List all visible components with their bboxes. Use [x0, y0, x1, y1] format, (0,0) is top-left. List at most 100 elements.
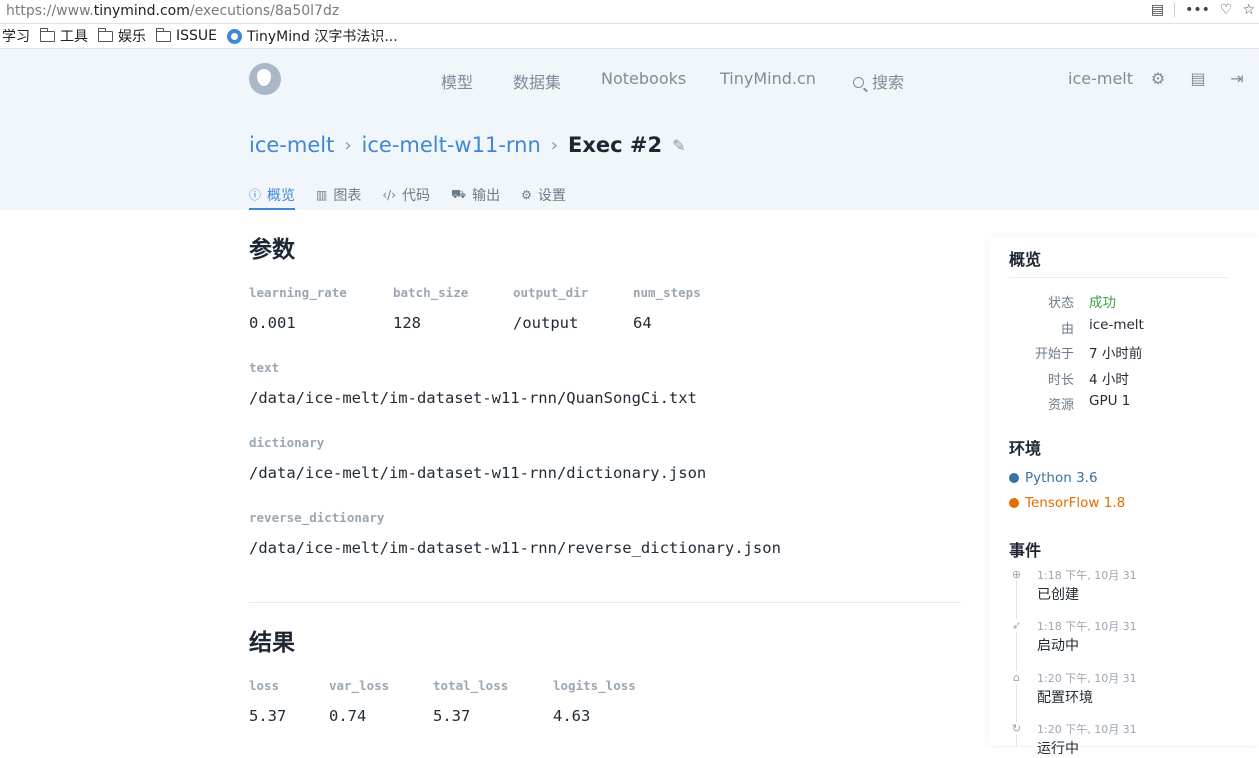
- breadcrumb: ice-melt › ice-melt-w11-rnn › Exec #2 ✎: [249, 133, 686, 157]
- code-icon: ‹/›: [382, 187, 396, 202]
- sidebar-events-title: 事件: [1009, 541, 1042, 560]
- result-key: var_loss: [329, 678, 390, 693]
- bookmark-folder[interactable]: ISSUE: [155, 27, 217, 44]
- bookmark-label: 工具: [60, 29, 88, 45]
- tab-overview[interactable]: ⓘ 概览: [249, 179, 296, 210]
- info-icon: ⓘ: [249, 188, 262, 202]
- nav-item-tinymind-cn[interactable]: TinyMind.cn: [720, 69, 816, 88]
- tab-output[interactable]: ⛟ 输出: [451, 179, 500, 210]
- bookmark-item[interactable]: TinyMind 汉字书法识...: [227, 26, 398, 46]
- browser-url-bar[interactable]: https://www.tinymind.com/executions/8a50…: [0, 0, 1259, 24]
- edit-pencil-icon[interactable]: ✎: [672, 136, 685, 155]
- result-value: 0.74: [329, 707, 367, 725]
- result-value: 5.37: [433, 707, 471, 725]
- python-dot-icon: [1009, 473, 1019, 483]
- reader-view-icon[interactable]: ▤: [1151, 2, 1164, 18]
- sidebar-env-title: 环境: [1009, 439, 1042, 458]
- param-value: 128: [393, 314, 421, 332]
- event-time: 1:18 下午, 10月 31: [1037, 620, 1137, 633]
- bookmark-label: ISSUE: [176, 28, 217, 44]
- folder-icon: [155, 27, 171, 42]
- bookmark-star-icon[interactable]: ☆: [1242, 2, 1255, 18]
- refresh-icon: ↻: [1010, 722, 1023, 735]
- bookmark-folder[interactable]: 娱乐: [97, 26, 146, 46]
- param-key: reverse_dictionary: [249, 510, 385, 525]
- tab-code[interactable]: ‹/› 代码: [382, 179, 430, 210]
- truck-icon: ⛟: [451, 186, 467, 201]
- param-value: /data/ice-melt/im-dataset-w11-rnn/dictio…: [249, 464, 707, 482]
- search-label: 搜索: [872, 73, 905, 92]
- started-value: 7 小时前: [1089, 346, 1143, 362]
- result-value: 4.63: [553, 707, 591, 725]
- event-time: 1:18 下午, 10月 31: [1037, 569, 1137, 582]
- tinymind-logo-icon[interactable]: [249, 63, 281, 95]
- param-key: batch_size: [393, 285, 469, 300]
- tensorflow-dot-icon: [1009, 498, 1019, 508]
- event-time: 1:20 下午, 10月 31: [1037, 672, 1137, 685]
- plus-circle-icon: ⊕: [1010, 568, 1023, 581]
- toolbar-separator: [1174, 3, 1176, 17]
- rocket-icon: ➶: [1010, 619, 1023, 632]
- event-name: 启动中: [1037, 638, 1079, 654]
- tab-charts[interactable]: ▥ 图表: [316, 179, 361, 210]
- sidebar: 概览 状态 成功 由 ice-melt 开始于 7 小时前 时长 4 小时 资源…: [989, 237, 1259, 757]
- pocket-icon[interactable]: ♡: [1220, 2, 1233, 18]
- event-time: 1:20 下午, 10月 31: [1037, 723, 1137, 736]
- bookmark-folder[interactable]: 工具: [39, 26, 88, 46]
- tab-settings[interactable]: ⚙ 设置: [521, 179, 566, 210]
- tab-label: 输出: [472, 187, 501, 204]
- chevron-right-icon: ›: [550, 134, 558, 156]
- info-label: 状态: [1047, 296, 1074, 311]
- breadcrumb-project[interactable]: ice-melt: [249, 133, 334, 157]
- site-header: 模型 数据集 Notebooks TinyMind.cn 搜索 ice-melt…: [0, 49, 1259, 210]
- divider: [1009, 277, 1229, 278]
- tab-label: 代码: [402, 187, 430, 204]
- results-title: 结果: [249, 630, 295, 656]
- user-name[interactable]: ice-melt: [1068, 69, 1133, 88]
- nav-item-models[interactable]: 模型: [441, 69, 473, 93]
- param-key: num_steps: [633, 285, 701, 300]
- folder-icon: [39, 27, 55, 42]
- gear-icon[interactable]: ⚙: [1150, 71, 1166, 87]
- section-divider: [249, 602, 961, 603]
- tab-label: 图表: [333, 187, 362, 204]
- param-value: /output: [513, 314, 579, 332]
- sidebar-overview-title: 概览: [1009, 250, 1042, 269]
- nav-item-datasets[interactable]: 数据集: [513, 69, 561, 93]
- logout-icon[interactable]: ⇥: [1229, 71, 1245, 87]
- url-text[interactable]: https://www.tinymind.com/executions/8a50…: [6, 3, 339, 19]
- event-name: 运行中: [1037, 741, 1079, 757]
- result-key: total_loss: [433, 678, 509, 693]
- params-title: 参数: [249, 237, 295, 263]
- owner-value[interactable]: ice-melt: [1089, 317, 1144, 333]
- search-icon: [853, 77, 864, 88]
- param-key: dictionary: [249, 435, 325, 450]
- book-icon[interactable]: ▤: [1190, 71, 1206, 87]
- param-key: learning_rate: [249, 285, 347, 300]
- info-label: 开始于: [1034, 347, 1074, 362]
- event-name: 配置环境: [1037, 690, 1093, 706]
- more-actions-icon[interactable]: •••: [1185, 2, 1210, 18]
- nav-search[interactable]: 搜索: [853, 69, 904, 93]
- url-path: /executions/8a50l7dz: [189, 3, 340, 19]
- info-label: 由: [1060, 322, 1074, 337]
- nav-item-notebooks[interactable]: Notebooks: [601, 69, 686, 88]
- url-prefix: https://www.: [6, 3, 94, 19]
- resource-value: GPU 1: [1089, 393, 1131, 409]
- bookmark-item[interactable]: 学习: [2, 26, 30, 46]
- chart-icon: ▥: [316, 187, 328, 202]
- bookmark-label: TinyMind 汉字书法识...: [247, 29, 398, 45]
- param-value: /data/ice-melt/im-dataset-w11-rnn/QuanSo…: [249, 389, 697, 407]
- result-key: loss: [249, 678, 280, 693]
- bookmark-label: 学习: [2, 29, 30, 45]
- page-title: Exec #2: [568, 133, 663, 157]
- param-value: /data/ice-melt/im-dataset-w11-rnn/revers…: [249, 539, 781, 557]
- breadcrumb-sub[interactable]: ice-melt-w11-rnn: [362, 133, 541, 157]
- param-key: text: [249, 360, 280, 375]
- factory-icon: ⌂: [1010, 671, 1023, 684]
- tinymind-icon: [227, 28, 242, 44]
- param-key: output_dir: [513, 285, 589, 300]
- param-value: 64: [633, 314, 652, 332]
- tabs: ⓘ 概览 ▥ 图表 ‹/› 代码 ⛟ 输出 ⚙ 设置: [249, 179, 587, 210]
- param-value: 0.001: [249, 314, 296, 332]
